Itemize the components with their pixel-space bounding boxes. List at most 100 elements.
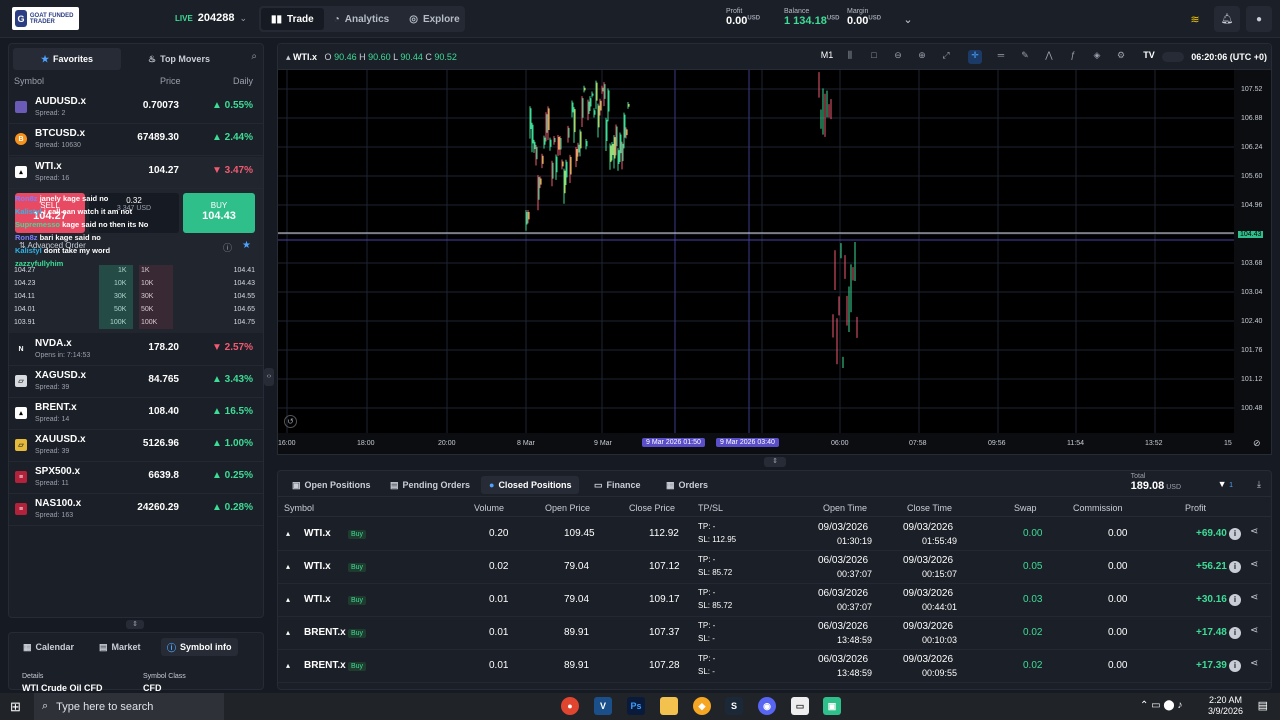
- timeframe-selector[interactable]: M1: [818, 50, 836, 64]
- taskbar-search[interactable]: ⌕ Type here to search: [34, 693, 224, 720]
- zoom-in-icon[interactable]: ⊕: [915, 50, 929, 64]
- panel-resize-handle[interactable]: ⇕: [764, 457, 786, 467]
- user-profile-icon[interactable]: ●: [1246, 6, 1272, 32]
- crosshair-icon[interactable]: ✛: [968, 50, 982, 64]
- share-icon[interactable]: ⋖: [1250, 526, 1258, 537]
- table-row[interactable]: ▴ WTI.x Buy 0.01 79.04 109.17 TP: - SL: 85.72 06…: [278, 584, 1271, 617]
- layers-icon[interactable]: ◈: [1090, 50, 1104, 64]
- tab-symbol-info[interactable]: ⓘ Symbol info: [161, 638, 238, 656]
- taskbar-clock[interactable]: 2:20 AM 3/9/2026: [1208, 695, 1243, 717]
- brand-logo[interactable]: G GOAT FUNDED TRADER: [12, 7, 79, 30]
- chart-plot-area[interactable]: ↺: [278, 70, 1234, 433]
- chat-message: Kalistyl dont take my word: [15, 246, 111, 255]
- chevron-down-icon[interactable]: ⌄: [898, 9, 918, 29]
- zoom-out-icon[interactable]: ⊖: [891, 50, 905, 64]
- tab-top-movers[interactable]: ♨ Top Movers: [125, 48, 233, 70]
- app-icon[interactable]: ▭: [791, 697, 809, 715]
- row-symbol: BRENT.x: [304, 660, 346, 671]
- panel-resize-handle[interactable]: ⇕: [126, 620, 144, 629]
- filter-icon[interactable]: ▼ 1: [1218, 479, 1233, 489]
- watchlist-row-audusd[interactable]: AUDUSD.x Spread: 2 0.70073 ▲ 0.55%: [9, 92, 263, 124]
- star-icon[interactable]: ★: [242, 240, 251, 251]
- document-icon: ▤: [390, 479, 399, 490]
- download-icon[interactable]: ⤓: [1257, 479, 1261, 490]
- price-chart[interactable]: ▴ WTI.x O 90.46 H 90.60 L 90.44 C 90.52 …: [277, 43, 1272, 455]
- brave-icon[interactable]: ◆: [693, 697, 711, 715]
- watchlist-row-btcusd[interactable]: B BTCUSD.x Spread: 10630 67489.30 ▲ 2.44%: [9, 124, 263, 156]
- buy-button[interactable]: BUY 104.43: [183, 193, 255, 233]
- tab-calendar[interactable]: ▦ Calendar: [17, 638, 80, 656]
- info-icon[interactable]: i: [1229, 561, 1241, 573]
- system-tray[interactable]: ⌃ ▭ ⬤ ♪: [1140, 700, 1182, 711]
- photoshop-icon[interactable]: Ps: [627, 697, 645, 715]
- table-row[interactable]: ▴ WTI.x Buy 0.20 109.45 112.92 TP: - SL: 112.95…: [278, 518, 1271, 551]
- price-axis[interactable]: 107.52 106.88 106.24 105.60 104.96 104.4…: [1234, 70, 1271, 433]
- nav-trade[interactable]: ▮▮ Trade: [261, 8, 324, 30]
- pencil-icon[interactable]: ✎: [1018, 50, 1032, 64]
- trading-app-icon[interactable]: ▣: [823, 697, 841, 715]
- silver-icon: ▱: [15, 375, 27, 387]
- fit-icon[interactable]: ⤢: [939, 50, 953, 64]
- notifications-icon[interactable]: ▤: [1258, 699, 1268, 712]
- table-row[interactable]: ▴ BRENT.x Buy 0.01 89.91 107.37 TP: - SL: - 06/0…: [278, 617, 1271, 650]
- tab-market[interactable]: ▤ Market: [93, 638, 147, 656]
- folder-icon[interactable]: [660, 697, 678, 715]
- tab-orders[interactable]: ▦ Orders: [658, 476, 716, 494]
- class-value: CFD: [143, 683, 162, 693]
- reset-chart-icon[interactable]: ↺: [284, 415, 297, 428]
- wifi-icon: ≋: [1190, 13, 1200, 26]
- table-row[interactable]: ▴ BRENT.x Buy 0.01 89.91 107.28 TP: - SL: - 06/0…: [278, 650, 1271, 683]
- share-icon[interactable]: ⋖: [1250, 658, 1258, 669]
- candles-icon[interactable]: ⫼: [843, 50, 857, 64]
- search-icon[interactable]: ⌕: [251, 51, 257, 62]
- bitcoin-icon: B: [15, 133, 27, 145]
- info-icon[interactable]: i: [1229, 660, 1241, 672]
- settings-icon[interactable]: ⊘: [1253, 438, 1261, 449]
- watchlist-row-xagusd[interactable]: ▱ XAGUSD.x Spread: 39 84.765 ▲ 3.43%: [9, 366, 263, 398]
- closed-total: Total 189.08 USD: [1130, 473, 1181, 492]
- search-icon: ⌕: [42, 700, 49, 712]
- time-axis[interactable]: 16:00 18:00 20:00 8 Mar 9 Mar 9 Mar 2026…: [278, 433, 1271, 454]
- discord-icon[interactable]: ◉: [758, 697, 776, 715]
- pattern-icon[interactable]: ⋀: [1042, 50, 1056, 64]
- info-icon[interactable]: i: [1229, 594, 1241, 606]
- watchlist-row-wti[interactable]: ▴ WTI.x Spread: 16 104.27 ▼ 3.47%: [9, 157, 263, 189]
- table-row[interactable]: ▴ WTI.x Buy 0.02 79.04 107.12 TP: - SL: 85.72 06…: [278, 551, 1271, 584]
- settings-icon[interactable]: ⚙: [1114, 50, 1128, 64]
- steam-icon[interactable]: S: [725, 697, 743, 715]
- share-icon[interactable]: ⋖: [1250, 592, 1258, 603]
- account-selector[interactable]: LIVE 204288 ⌄: [175, 12, 247, 24]
- notification-bell-icon[interactable]: 🔔︎: [1214, 6, 1240, 32]
- row-close-date: 09/03/2026: [903, 588, 954, 599]
- chrome-icon[interactable]: ●: [561, 697, 579, 715]
- watchlist-row-spx500[interactable]: ≡ SPX500.x Spread: 11 6639.8 ▲ 0.25%: [9, 462, 263, 494]
- oil-drop-icon: ▴: [286, 595, 291, 604]
- tab-closed-positions[interactable]: ● Closed Positions: [481, 476, 580, 494]
- watchlist-row-brent[interactable]: ▴ BRENT.x Spread: 14 108.40 ▲ 16.5%: [9, 398, 263, 430]
- vscode-icon[interactable]: V: [594, 697, 612, 715]
- watchlist-row-xauusd[interactable]: ▱ XAUUSD.x Spread: 39 5126.96 ▲ 1.00%: [9, 430, 263, 462]
- tab-favorites[interactable]: ★ Favorites: [13, 48, 121, 70]
- row-symbol: WTI.x: [304, 594, 331, 605]
- tab-pending-orders[interactable]: ▤ Pending Orders: [382, 476, 478, 494]
- side-badge: Buy: [348, 662, 367, 671]
- row-tp: TP: -: [698, 522, 716, 531]
- panel-collapse-handle[interactable]: ‹›: [264, 368, 274, 386]
- tab-finance[interactable]: ▭ Finance: [586, 476, 649, 494]
- info-icon[interactable]: i: [1229, 627, 1241, 639]
- info-icon[interactable]: i: [1229, 528, 1241, 540]
- line-icon[interactable]: ═: [994, 50, 1008, 64]
- theme-toggle[interactable]: [1162, 52, 1184, 62]
- share-icon[interactable]: ⋖: [1250, 625, 1258, 636]
- nav-analytics[interactable]: ◔ Analytics: [324, 8, 400, 30]
- row-open-date: 09/03/2026: [818, 522, 869, 533]
- function-icon[interactable]: ƒ: [1066, 50, 1080, 64]
- share-icon[interactable]: ⋖: [1250, 559, 1258, 570]
- square-icon[interactable]: □: [867, 50, 881, 64]
- watchlist-row-nvda[interactable]: N NVDA.x Opens in: 7:14:53 178.20 ▼ 2.57%: [9, 334, 263, 366]
- windows-start-icon[interactable]: ⊞: [10, 699, 21, 715]
- watchlist-row-nas100[interactable]: ≡ NAS100.x Spread: 163 24260.29 ▲ 0.28%: [9, 494, 263, 526]
- info-icon[interactable]: ⓘ: [223, 241, 232, 254]
- nav-explore[interactable]: ◎ Explore: [399, 8, 469, 30]
- tab-open-positions[interactable]: ▣ Open Positions: [284, 476, 379, 494]
